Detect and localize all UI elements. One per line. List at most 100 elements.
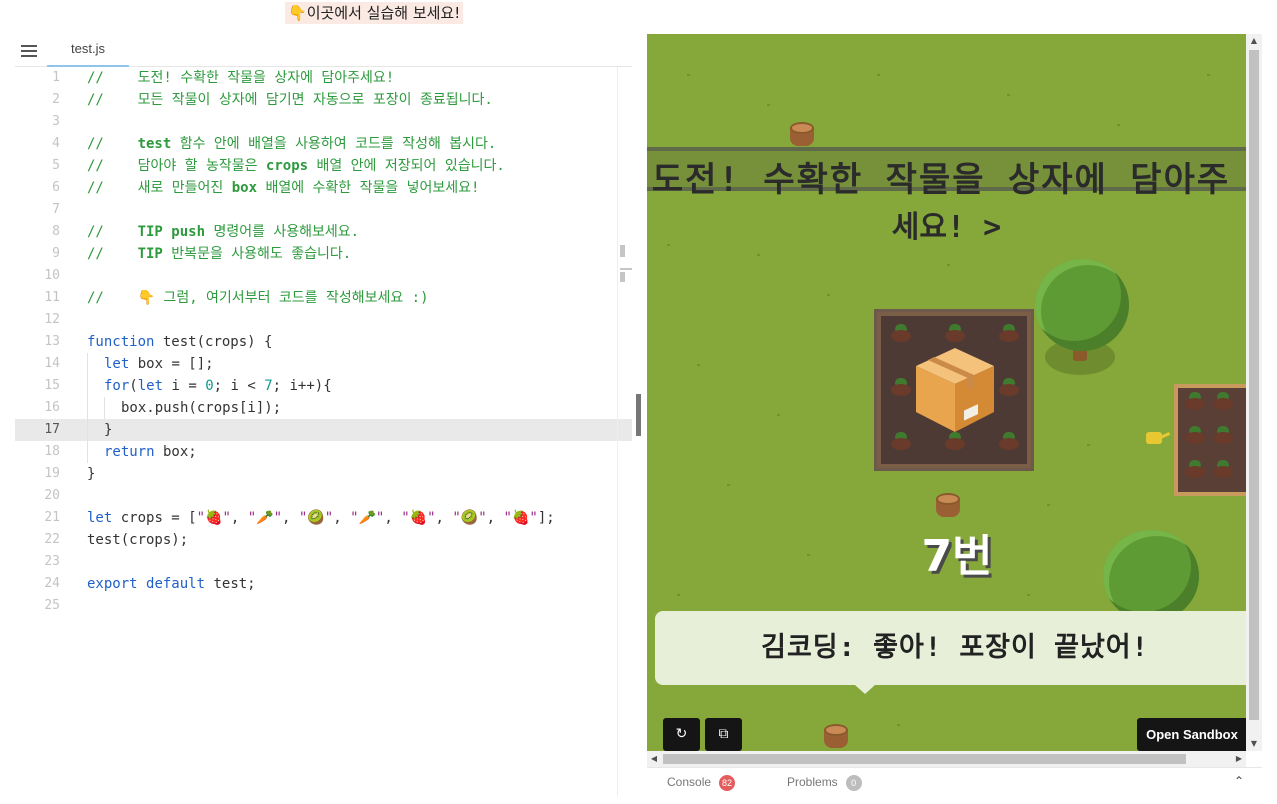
code-area[interactable]: 1 // 도전! 수확한 작물을 상자에 담아주세요! 2 // 모든 작물이 상자… — [15, 67, 632, 796]
code-line[interactable]: 9 // TIP 반복문을 사용해도 좋습니다. — [15, 243, 632, 265]
practice-banner: 👇이곳에서 실습해 보세요! — [285, 2, 464, 24]
editor-scrollbar[interactable] — [617, 67, 633, 796]
scroll-marker — [620, 272, 625, 282]
console-label: Console — [667, 775, 712, 789]
code-text: // TIP push 명령어를 사용해보세요. — [87, 224, 360, 240]
line-number: 15 — [44, 378, 60, 393]
line-number: 16 — [44, 400, 60, 415]
hamburger-menu-icon[interactable] — [21, 43, 37, 57]
code-line[interactable]: 13 function test(crops) { — [15, 331, 632, 353]
open-new-window-button[interactable]: ⧉ — [705, 718, 742, 751]
scroll-thumb[interactable] — [663, 754, 1186, 764]
code-text: for(let i = 0; i < 7; i++){ — [104, 378, 332, 394]
code-text: // TIP 반복문을 사용해도 좋습니다. — [87, 246, 352, 262]
code-line[interactable]: 22 test(crops); — [15, 529, 632, 551]
editor-tab-bar: test.js — [15, 34, 632, 67]
line-number: 7 — [52, 202, 60, 217]
code-line[interactable]: 2 // 모든 작물이 상자에 담기면 자동으로 포장이 종료됩니다. — [15, 89, 632, 111]
line-number: 8 — [52, 224, 60, 239]
splitter-handle[interactable] — [636, 394, 641, 436]
speech-text: 김코딩: 좋아! 포장이 끝났어! — [761, 632, 1149, 663]
code-line[interactable]: 7 — [15, 199, 632, 221]
speech-bubble-tail — [855, 685, 875, 694]
tree-stump — [821, 724, 851, 750]
line-number: 1 — [52, 70, 60, 85]
code-text: // 👇 그럼, 여기서부터 코드를 작성해보세요 :) — [87, 290, 429, 306]
code-text: // 모든 작물이 상자에 담기면 자동으로 포장이 종료됩니다. — [87, 92, 493, 108]
pane-splitter[interactable] — [632, 34, 647, 796]
code-line[interactable]: 12 — [15, 309, 632, 331]
open-sandbox-button[interactable]: Open Sandbox — [1137, 718, 1246, 751]
scroll-marker — [620, 245, 625, 257]
code-text: // test 함수 안에 배열을 사용하여 코드를 작성해 봅시다. — [87, 136, 497, 152]
line-number: 6 — [52, 180, 60, 195]
line-number: 25 — [44, 598, 60, 613]
external-link-icon: ⧉ — [718, 726, 729, 742]
code-line[interactable]: 21 let crops = ["🍓", "🥕", "🥝", "🥕", "🍓", … — [15, 507, 632, 529]
code-line[interactable]: 3 — [15, 111, 632, 133]
problems-count-badge: 0 — [845, 775, 862, 791]
refresh-icon: ↻ — [675, 726, 688, 742]
code-text: box.push(crops[i]); — [121, 400, 282, 416]
code-line[interactable]: 16 box.push(crops[i]); — [15, 397, 632, 419]
code-text: function test(crops) { — [87, 334, 273, 350]
code-text: export default test; — [87, 576, 256, 592]
tab-console[interactable]: Console 82 — [667, 775, 736, 791]
code-text: test(crops); — [87, 532, 189, 548]
code-text: // 새로 만들어진 box 배열에 수확한 작물을 넣어보세요! — [87, 180, 480, 196]
code-line[interactable]: 5 // 담아야 할 농작물은 crops 배열 안에 저장되어 있습니다. — [15, 155, 632, 177]
code-editor[interactable]: test.js 1 // 도전! 수확한 작물을 상자에 담아주세요! 2 // 모… — [15, 34, 632, 796]
line-number: 9 — [52, 246, 60, 261]
pointing-down-icon: 👇 — [288, 4, 307, 22]
code-text: } — [87, 466, 96, 482]
game-preview[interactable]: 도전! 수확한 작물을 상자에 담아주 세요! > 7번 김코딩: 좋아! 포장… — [647, 34, 1246, 751]
line-number: 20 — [44, 488, 60, 503]
code-line[interactable]: 8 // TIP push 명령어를 사용해보세요. — [15, 221, 632, 243]
line-number: 23 — [44, 554, 60, 569]
stage-label: 7번 — [921, 531, 993, 582]
preview-horizontal-scrollbar[interactable]: ◀ ▶ — [647, 751, 1246, 767]
package-box-icon — [916, 348, 994, 432]
line-number: 4 — [52, 136, 60, 151]
watering-can-icon — [1146, 428, 1171, 446]
code-line[interactable]: 1 // 도전! 수확한 작물을 상자에 담아주세요! — [15, 67, 632, 89]
code-line[interactable]: 6 // 새로 만들어진 box 배열에 수확한 작물을 넣어보세요! — [15, 177, 632, 199]
preview-vertical-scrollbar[interactable]: ▲ ▼ — [1246, 34, 1262, 751]
code-line[interactable]: 19} — [15, 463, 632, 485]
scroll-right-arrow-icon[interactable]: ▶ — [1232, 751, 1246, 767]
scroll-down-arrow-icon[interactable]: ▼ — [1246, 737, 1262, 751]
tab-problems[interactable]: Problems 0 — [787, 775, 862, 791]
code-line[interactable]: 14 let box = []; — [15, 353, 632, 375]
code-line[interactable]: 11 // 👇 그럼, 여기서부터 코드를 작성해보세요 :) — [15, 287, 632, 309]
scroll-thumb[interactable] — [1249, 50, 1259, 720]
code-line[interactable]: 15 for(let i = 0; i < 7; i++){ — [15, 375, 632, 397]
line-number: 12 — [44, 312, 60, 327]
line-number: 22 — [44, 532, 60, 547]
code-line[interactable]: 18 return box; — [15, 441, 632, 463]
code-text: return box; — [104, 444, 197, 460]
code-line[interactable]: 4 // test 함수 안에 배열을 사용하여 코드를 작성해 봅시다. — [15, 133, 632, 155]
line-number: 17 — [44, 422, 60, 437]
refresh-button[interactable]: ↻ — [663, 718, 700, 751]
sign-text-line2: 세요! > — [891, 210, 1002, 245]
scroll-up-arrow-icon[interactable]: ▲ — [1246, 34, 1262, 48]
banner-text: 이곳에서 실습해 보세요! — [306, 4, 461, 22]
problems-label: Problems — [787, 775, 838, 789]
bottom-panel-bar: Console 82 Problems 0 ⌃ — [647, 767, 1262, 797]
tab-test-js[interactable]: test.js — [47, 34, 129, 67]
code-line[interactable]: 10 — [15, 265, 632, 287]
code-text: let box = []; — [104, 356, 214, 372]
line-number: 11 — [44, 290, 60, 305]
line-number: 24 — [44, 576, 60, 591]
code-line[interactable]: 25 — [15, 595, 632, 617]
scroll-left-arrow-icon[interactable]: ◀ — [647, 751, 661, 767]
code-line[interactable]: 24 export default test; — [15, 573, 632, 595]
code-line[interactable]: 23 — [15, 551, 632, 573]
code-line[interactable]: 20 — [15, 485, 632, 507]
code-line-active[interactable]: 17} — [15, 419, 632, 441]
line-number: 18 — [44, 444, 60, 459]
line-number: 13 — [44, 334, 60, 349]
chevron-up-icon[interactable]: ⌃ — [1234, 774, 1244, 788]
code-text: // 담아야 할 농작물은 crops 배열 안에 저장되어 있습니다. — [87, 158, 505, 174]
line-number: 3 — [52, 114, 60, 129]
